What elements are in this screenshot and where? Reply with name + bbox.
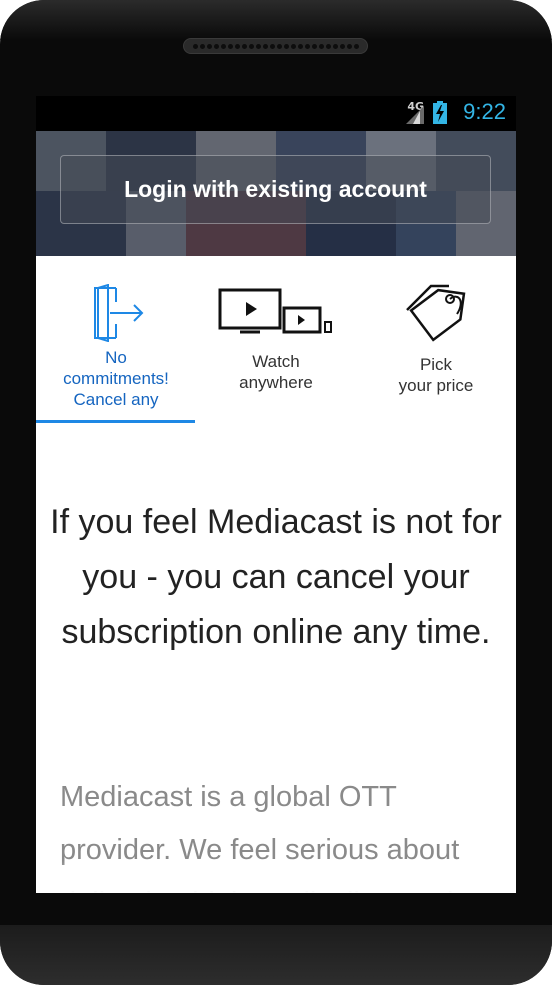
phone-speaker <box>183 38 368 54</box>
hero-banner: Login with existing account <box>36 131 516 256</box>
tab-label-line: anywhere <box>239 373 313 392</box>
devices-icon <box>218 288 332 334</box>
tab-label-line: commitments! <box>63 369 169 388</box>
tab-label-line: your price <box>398 376 474 395</box>
feature-headline: If you feel Mediacast is not for you - y… <box>50 503 502 651</box>
phone-top-bezel <box>0 0 552 40</box>
clock: 9:22 <box>463 99 506 124</box>
tab-pick-your-price[interactable]: Pick your price <box>356 256 516 424</box>
tab-watch-anywhere[interactable]: Watch anywhere <box>196 256 356 424</box>
tab-label-line: Cancel any <box>73 390 159 409</box>
login-existing-account-button[interactable]: Login with existing account <box>60 155 491 224</box>
door-exit-icon <box>94 284 144 342</box>
phone-frame: 4G 9:22 Login with existing account No c… <box>0 0 552 985</box>
app-screen: Login with existing account No commitmen… <box>36 131 516 893</box>
signal-icon <box>406 106 424 124</box>
tab-label-line: Pick <box>419 355 453 374</box>
battery-charging-icon <box>433 101 447 124</box>
tab-label-line: No <box>105 348 127 367</box>
tab-label-line: Watch <box>252 352 300 371</box>
feature-tabs: No commitments! Cancel any Watch anywher… <box>36 256 516 424</box>
phone-bottom-bezel <box>0 925 552 985</box>
price-tag-icon <box>406 284 466 342</box>
active-tab-indicator <box>36 420 195 423</box>
scroll-fade <box>36 861 516 893</box>
status-bar: 4G 9:22 <box>36 96 516 131</box>
tab-no-commitments[interactable]: No commitments! Cancel any <box>36 256 196 424</box>
